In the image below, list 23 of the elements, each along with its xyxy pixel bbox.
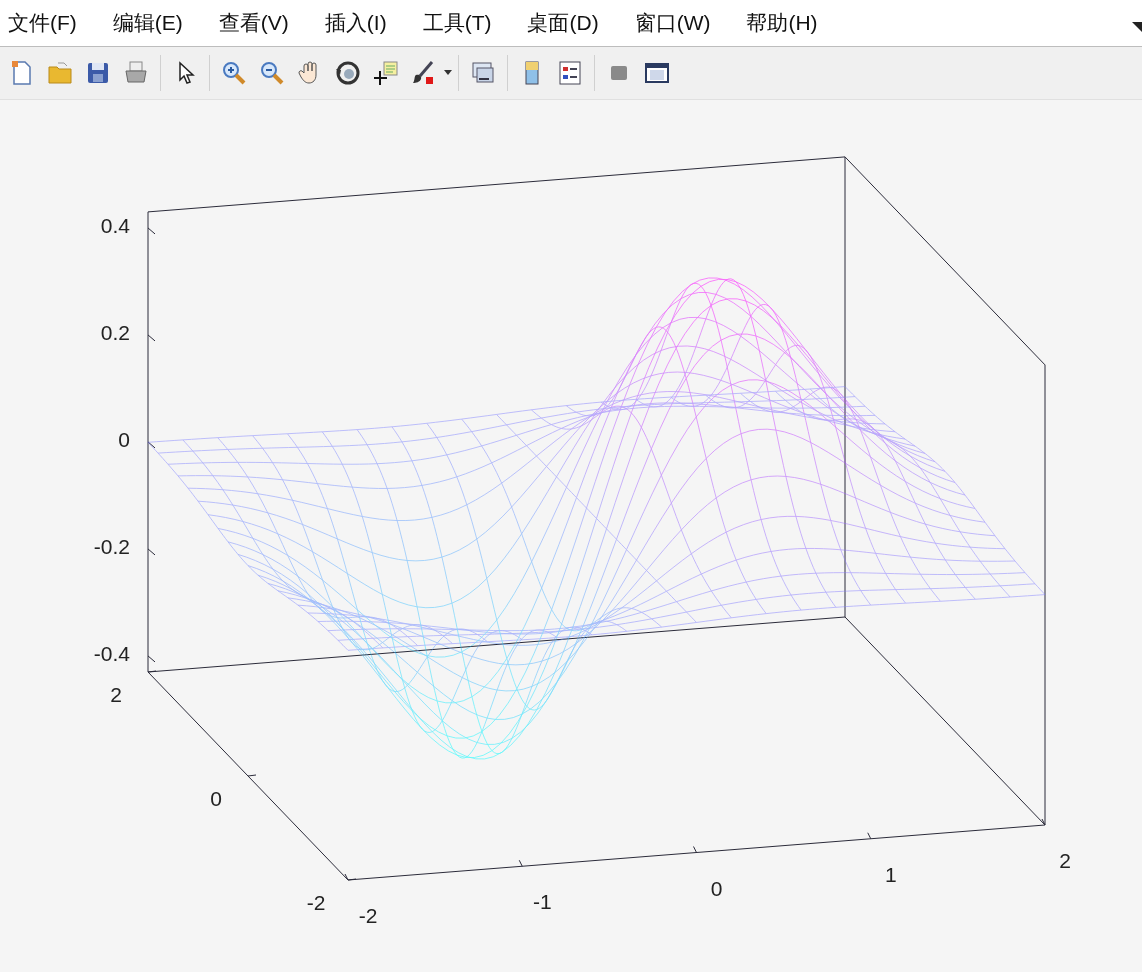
z-tick-label: -0.2 bbox=[93, 534, 130, 558]
menu-item[interactable]: 工具(T) bbox=[422, 7, 492, 39]
x-tick-label: -2 bbox=[358, 904, 378, 927]
z-tick-label: 0.4 bbox=[100, 213, 130, 237]
y-tick-label: 2 bbox=[110, 683, 122, 706]
z-tick-label: 0 bbox=[118, 427, 130, 451]
z-tick-label: -0.4 bbox=[93, 641, 130, 665]
y-tick-label: -2 bbox=[306, 891, 326, 914]
menu-item[interactable]: 桌面(D) bbox=[527, 7, 599, 39]
menu-item[interactable]: 文件(F) bbox=[8, 7, 77, 39]
menu-item[interactable]: 帮助(H) bbox=[746, 7, 818, 39]
z-tick-label: 0.2 bbox=[100, 320, 130, 344]
dock-arrow-icon[interactable] bbox=[1132, 20, 1142, 32]
menu-item[interactable]: 查看(V) bbox=[218, 7, 289, 39]
caret-icon[interactable] bbox=[444, 70, 452, 76]
menu-item[interactable]: 编辑(E) bbox=[112, 7, 183, 39]
x-tick-label: -1 bbox=[532, 890, 552, 914]
menu-item[interactable]: 窗口(W) bbox=[634, 7, 711, 39]
x-tick-label: 1 bbox=[884, 862, 897, 886]
x-tick-label: 0 bbox=[710, 876, 723, 900]
x-tick-label: 2 bbox=[1059, 849, 1071, 872]
menu-item[interactable]: 插入(I) bbox=[324, 7, 387, 39]
y-tick-label: 0 bbox=[210, 787, 222, 810]
